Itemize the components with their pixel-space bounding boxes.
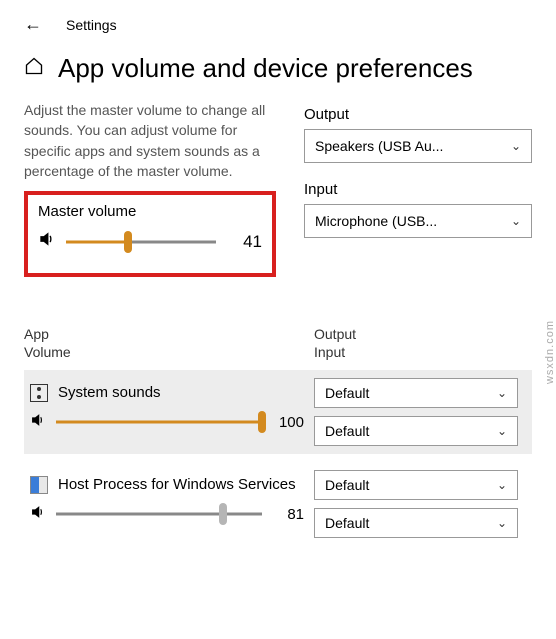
app-volume-slider[interactable] [56,504,262,524]
col-app-label: App [24,325,314,343]
output-device-dropdown[interactable]: Speakers (USB Au... ⌄ [304,129,532,163]
back-button[interactable]: ← [24,14,42,35]
input-device-dropdown[interactable]: Microphone (USB... ⌄ [304,204,532,238]
watermark: wsxdn.com [544,320,556,384]
chevron-down-icon: ⌄ [497,386,507,400]
app-volume-slider[interactable] [56,412,262,432]
description-text: Adjust the master volume to change all s… [24,100,284,181]
app-row: System sounds 100 Default [24,370,532,454]
app-output-value: Default [325,385,369,401]
settings-label: Settings [66,17,117,33]
input-label: Input [304,181,532,198]
chevron-down-icon: ⌄ [511,214,521,228]
output-label: Output [304,106,532,123]
master-volume-value: 41 [226,232,262,252]
chevron-down-icon: ⌄ [497,516,507,530]
host-process-icon [30,476,48,494]
col-volume-label: Volume [24,343,314,361]
system-sounds-icon [30,384,48,402]
app-output-value: Default [325,477,369,493]
master-volume-slider[interactable] [66,232,216,252]
app-output-dropdown[interactable]: Default ⌄ [314,470,518,500]
speaker-icon[interactable] [30,412,46,433]
col-output-label: Output [314,325,532,343]
speaker-icon[interactable] [30,504,46,525]
app-name: Host Process for Windows Services [58,476,296,494]
input-device-value: Microphone (USB... [315,213,437,229]
page-title: App volume and device preferences [58,53,473,84]
master-volume-label: Master volume [38,203,262,220]
app-input-dropdown[interactable]: Default ⌄ [314,416,518,446]
app-input-value: Default [325,423,369,439]
app-volume-value: 81 [272,506,304,523]
chevron-down-icon: ⌄ [497,478,507,492]
app-volume-value: 100 [272,414,304,431]
app-input-dropdown[interactable]: Default ⌄ [314,508,518,538]
app-name: System sounds [58,384,161,402]
chevron-down-icon: ⌄ [497,424,507,438]
chevron-down-icon: ⌄ [511,139,521,153]
speaker-icon[interactable] [38,230,56,253]
app-row: Host Process for Windows Services 81 [24,462,532,546]
output-device-value: Speakers (USB Au... [315,138,443,154]
col-input-label: Input [314,343,532,361]
app-output-dropdown[interactable]: Default ⌄ [314,378,518,408]
home-icon[interactable] [24,56,44,81]
master-volume-highlight: Master volume 41 [24,191,276,277]
app-input-value: Default [325,515,369,531]
